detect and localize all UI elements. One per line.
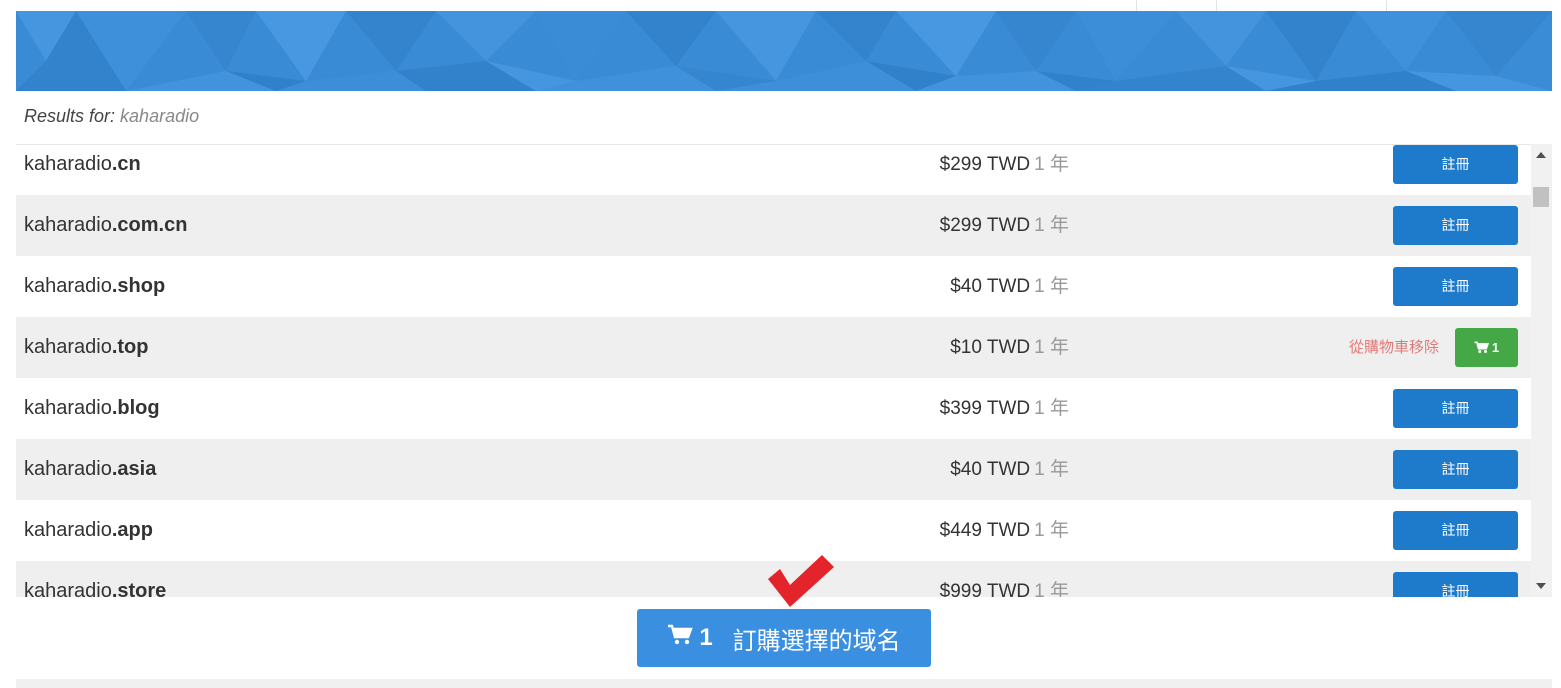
domain-label: kaharadio — [24, 214, 112, 236]
domain-tld: .app — [111, 519, 153, 541]
domain-price: $999 TWD 1 年 — [940, 561, 1069, 597]
domain-tld: .top — [111, 336, 149, 358]
domain-label: kaharadio — [24, 397, 112, 419]
domain-row: kaharadio.asia $40 TWD 1 年 註冊 — [16, 439, 1531, 500]
results-heading: Results for: kaharadio — [24, 106, 199, 127]
register-button[interactable]: 註冊 — [1393, 389, 1518, 428]
domain-row: kaharadio.app $449 TWD 1 年 註冊 — [16, 500, 1531, 561]
price-value: $399 TWD — [939, 398, 1031, 419]
domain-price: $299 TWD 1 年 — [940, 195, 1069, 256]
bottom-band — [16, 679, 1552, 688]
price-value: $40 TWD — [950, 276, 1031, 297]
domain-name: kaharadio.blog — [24, 378, 160, 439]
price-term: 1 年 — [1034, 520, 1069, 541]
domain-tld: .asia — [111, 458, 157, 480]
domain-tld: .store — [111, 580, 167, 597]
price-value: $299 TWD — [939, 215, 1031, 236]
scroll-down-arrow-icon[interactable] — [1536, 583, 1546, 589]
register-button[interactable]: 註冊 — [1393, 572, 1518, 597]
domain-row: kaharadio.com.cn $299 TWD 1 年 註冊 — [16, 195, 1531, 256]
domain-name: kaharadio.app — [24, 500, 153, 561]
domain-tld: .com.cn — [111, 214, 188, 236]
checkout-label: 訂購選擇的域名 — [732, 627, 901, 655]
domain-price: $40 TWD 1 年 — [950, 256, 1069, 317]
scrollbar-thumb[interactable] — [1533, 187, 1549, 207]
price-value: $10 TWD — [950, 337, 1031, 358]
domain-label: kaharadio — [24, 275, 112, 297]
checkout-selected-domains-button[interactable]: 1 訂購選擇的域名 — [637, 609, 931, 667]
domain-tld: .shop — [111, 275, 166, 297]
checkmark-icon — [766, 555, 836, 614]
register-button[interactable]: 註冊 — [1393, 206, 1518, 245]
price-term: 1 年 — [1034, 215, 1069, 236]
register-button[interactable]: 註冊 — [1393, 145, 1518, 184]
domain-tld: .blog — [111, 397, 160, 419]
domain-label: kaharadio — [24, 336, 112, 358]
domain-price: $40 TWD 1 年 — [950, 439, 1069, 500]
domain-label: kaharadio — [24, 580, 112, 597]
price-term: 1 年 — [1034, 398, 1069, 419]
register-button[interactable]: 註冊 — [1393, 450, 1518, 489]
domain-row: kaharadio.blog $399 TWD 1 年 註冊 — [16, 378, 1531, 439]
results-label: Results for: — [24, 106, 116, 126]
domain-results-list[interactable]: kaharadio.cn $299 TWD 1 年註冊 kaharadio.com.c… — [16, 144, 1552, 597]
domain-price: $399 TWD 1 年 — [940, 378, 1069, 439]
domain-name: kaharadio.cn — [24, 145, 141, 195]
domain-price: $449 TWD 1 年 — [940, 500, 1069, 561]
domain-price: $299 TWD 1 年 — [939, 145, 1069, 195]
domain-name: kaharadio.asia — [24, 439, 156, 500]
price-value: $999 TWD — [939, 581, 1031, 597]
shopping-cart-icon — [1474, 340, 1492, 355]
price-value: $299 TWD — [939, 154, 1031, 175]
price-term: 1 年 — [1034, 459, 1069, 480]
price-term: 1 年 — [1034, 276, 1069, 297]
in-cart-button[interactable]: 1 — [1455, 328, 1518, 367]
price-term: 1 年 — [1034, 337, 1069, 358]
shopping-cart-icon — [667, 624, 694, 653]
header-banner — [16, 11, 1552, 91]
results-scrollbar[interactable] — [1531, 144, 1552, 597]
price-value: $40 TWD — [950, 459, 1031, 480]
domain-name: kaharadio.shop — [24, 256, 165, 317]
domain-row: kaharadio.cn $299 TWD 1 年 註冊 — [16, 145, 1531, 195]
register-button[interactable]: 註冊 — [1393, 511, 1518, 550]
price-term: 1 年 — [1034, 581, 1069, 597]
register-button[interactable]: 註冊 — [1393, 267, 1518, 306]
checkout-cart-count: 1 — [699, 624, 713, 651]
domain-name: kaharadio.top — [24, 317, 149, 378]
domain-row: kaharadio.shop $40 TWD 1 年 註冊 — [16, 256, 1531, 317]
domain-name: kaharadio.com.cn — [24, 195, 187, 256]
remove-from-cart-link[interactable]: 從購物車移除 — [1349, 317, 1439, 378]
domain-label: kaharadio — [24, 519, 112, 541]
domain-tld: .cn — [111, 153, 141, 175]
cart-count: 1 — [1491, 340, 1500, 355]
domain-price: $10 TWD 1 年 — [950, 317, 1069, 378]
domain-search-page: Results for: kaharadio kaharadio.cn $299 … — [0, 0, 1561, 688]
domain-name: kaharadio.store — [24, 561, 166, 597]
scroll-up-arrow-icon[interactable] — [1536, 152, 1546, 158]
price-value: $449 TWD — [939, 520, 1031, 541]
top-strip — [0, 0, 1561, 11]
results-query: kaharadio — [120, 106, 200, 126]
price-term: 1 年 — [1034, 154, 1069, 175]
domain-label: kaharadio — [24, 458, 112, 480]
domain-label: kaharadio — [24, 153, 112, 175]
domain-row: kaharadio.top $10 TWD 1 年 從購物車移除 1 — [16, 317, 1531, 378]
